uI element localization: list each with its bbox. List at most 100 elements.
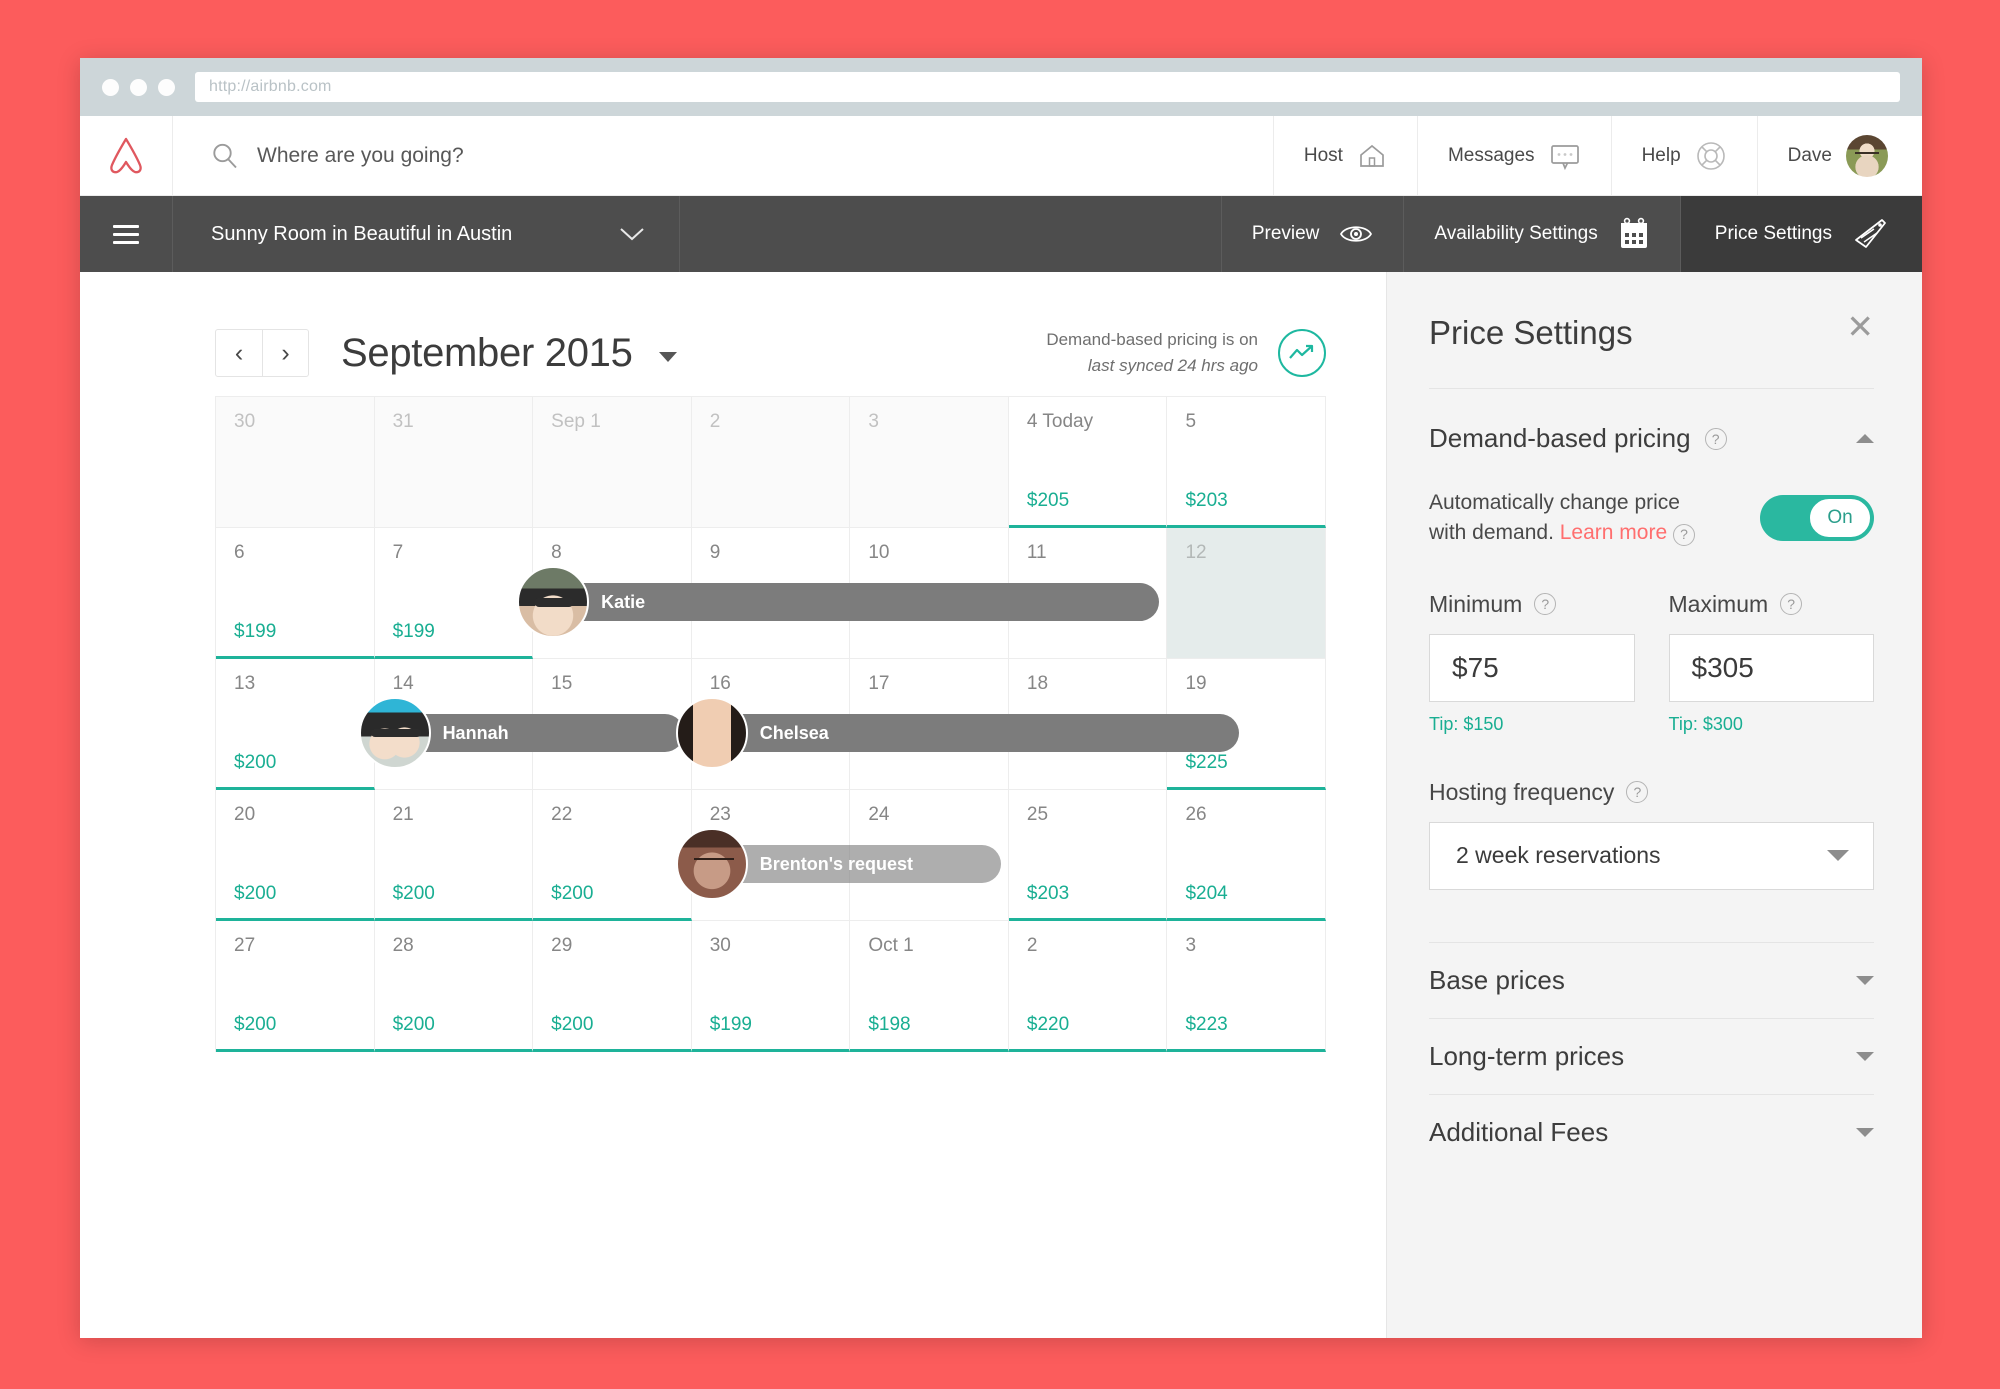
day-number: 26 [1185, 804, 1207, 825]
nav-item-host[interactable]: Host [1274, 116, 1418, 195]
search-bar[interactable]: Where are you going? [173, 116, 1274, 195]
calendar-day-cell[interactable]: 5 $203 [1167, 397, 1327, 528]
reservation-bar[interactable]: Chelsea [675, 697, 1239, 769]
collapsible-section-long-term-prices[interactable]: Long-term prices [1429, 1017, 1874, 1094]
url-input[interactable]: http://airbnb.com [195, 72, 1900, 102]
calendar-day-cell[interactable]: 6 $199 [216, 528, 375, 659]
day-price[interactable]: $200 [234, 1014, 276, 1036]
prev-month-button[interactable]: ‹ [216, 330, 262, 376]
day-price[interactable]: $200 [393, 1014, 435, 1036]
calendar-day-cell[interactable]: 27 $200 [216, 921, 375, 1052]
nav-item-help[interactable]: Help [1612, 116, 1758, 195]
calendar-day-cell[interactable]: 26 $204 [1167, 790, 1327, 921]
collapsible-section-additional-fees[interactable]: Additional Fees [1429, 1093, 1874, 1170]
calendar-day-cell[interactable]: 25 $203 [1008, 790, 1168, 921]
calendar-day-cell[interactable]: 30 $199 [691, 921, 851, 1052]
day-number: 31 [392, 411, 414, 432]
hosting-frequency-select[interactable]: 2 week reservations [1429, 821, 1874, 890]
maximum-price-input[interactable]: $305 [1668, 633, 1874, 702]
nav-item-user[interactable]: Dave [1758, 116, 1922, 195]
menu-button[interactable] [80, 196, 173, 272]
caret-down-icon[interactable] [1856, 1127, 1874, 1137]
calendar-day-cell[interactable]: 3 $223 [1167, 921, 1327, 1052]
calendar-day-cell[interactable]: 2 $220 [1008, 921, 1168, 1052]
listing-selector[interactable]: Sunny Room in Beautiful in Austin [173, 196, 680, 272]
question-mark-icon[interactable]: ? [1672, 523, 1695, 546]
caret-up-icon[interactable] [1856, 434, 1874, 443]
subnav-item-preview[interactable]: Preview [1220, 196, 1404, 272]
calendar-day-cell[interactable]: 4 Today $205 [1008, 397, 1168, 528]
learn-more-link[interactable]: Learn more [1560, 521, 1667, 544]
demand-pricing-title: Demand-based pricing [1429, 423, 1691, 453]
calendar-day-cell[interactable]: 20 $200 [216, 790, 375, 921]
day-price[interactable]: $199 [393, 621, 435, 643]
calendar-day-cell[interactable]: 7 $199 [374, 528, 534, 659]
airbnb-logo[interactable] [80, 116, 173, 195]
calendar-day-cell[interactable]: 28 $200 [374, 921, 534, 1052]
life-ring-icon [1696, 141, 1725, 170]
day-price[interactable]: $200 [234, 752, 276, 774]
day-price[interactable]: $225 [1185, 752, 1227, 774]
nav-item-messages[interactable]: Messages [1418, 116, 1612, 195]
question-mark-icon[interactable]: ? [1704, 427, 1727, 450]
avatar [1846, 134, 1888, 177]
listing-title: Sunny Room in Beautiful in Austin [211, 222, 513, 245]
next-month-button[interactable]: › [262, 330, 308, 376]
question-mark-icon[interactable]: ? [1534, 593, 1557, 616]
nav-help-label: Help [1641, 144, 1681, 166]
month-picker-caret-icon[interactable] [658, 351, 677, 362]
calendar-day-cell[interactable]: 31 [374, 397, 534, 528]
reservation-bar[interactable]: Katie [517, 566, 1160, 638]
day-price[interactable]: $203 [1185, 490, 1227, 512]
auto-pricing-toggle[interactable]: On [1760, 495, 1874, 542]
calendar-day-cell[interactable]: 21 $200 [374, 790, 534, 921]
close-dot[interactable] [102, 78, 119, 96]
maximum-label: Maximum [1668, 590, 1769, 617]
calendar-day-cell[interactable]: 29 $200 [533, 921, 692, 1052]
day-price[interactable]: $204 [1185, 883, 1227, 905]
calendar-day-cell[interactable]: 22 $200 [533, 790, 692, 921]
day-price[interactable]: $198 [868, 1014, 910, 1036]
price-tag-icon [1855, 219, 1886, 248]
hosting-frequency-label: Hosting frequency [1429, 778, 1615, 805]
calendar-day-cell[interactable]: 3 [850, 397, 1009, 528]
calendar-day-cell[interactable]: Oct 1 $198 [850, 921, 1009, 1052]
day-price[interactable]: $199 [710, 1014, 752, 1036]
maximize-dot[interactable] [158, 78, 175, 96]
subnav-item-price-settings[interactable]: Price Settings [1679, 196, 1922, 272]
demand-pricing-section-header[interactable]: Demand-based pricing ? [1429, 389, 1874, 454]
caret-down-icon[interactable] [1856, 975, 1874, 985]
day-price[interactable]: $200 [234, 883, 276, 905]
reservation-bar[interactable]: Brenton's request [675, 828, 1001, 900]
reservation-bar[interactable]: Hannah [358, 697, 684, 769]
demand-status[interactable]: Demand-based pricing is on last synced 2… [1046, 327, 1326, 380]
caret-down-icon[interactable] [1856, 1051, 1874, 1061]
minimize-dot[interactable] [130, 78, 147, 96]
day-price[interactable]: $200 [551, 883, 593, 905]
subnav-item-availability[interactable]: Availability Settings [1403, 196, 1679, 272]
nav-user-label: Dave [1787, 144, 1832, 166]
calendar-day-cell[interactable]: 2 [691, 397, 851, 528]
minimum-price-input[interactable]: $75 [1429, 633, 1635, 702]
day-price[interactable]: $203 [1027, 883, 1069, 905]
calendar-day-cell[interactable]: Sep 1 [533, 397, 692, 528]
main-content: ‹ › September 2015 Demand-based pricing … [80, 272, 1922, 1338]
question-mark-icon[interactable]: ? [1780, 593, 1803, 616]
day-price[interactable]: $200 [393, 883, 435, 905]
close-icon[interactable]: ✕ [1846, 310, 1874, 343]
day-price[interactable]: $199 [234, 621, 276, 643]
day-number: 28 [392, 935, 414, 956]
calendar-day-cell[interactable]: 13 $200 [216, 659, 375, 790]
day-price[interactable]: $200 [551, 1014, 593, 1036]
calendar-day-cell[interactable]: 12 [1167, 528, 1327, 659]
search-icon [213, 143, 237, 168]
day-number: 15 [551, 673, 573, 694]
calendar-day-cell[interactable]: 30 [216, 397, 375, 528]
day-price[interactable]: $220 [1027, 1014, 1069, 1036]
collapsible-section-base-prices[interactable]: Base prices [1429, 941, 1874, 1018]
question-mark-icon[interactable]: ? [1626, 781, 1649, 804]
top-navigation: Where are you going? Host Messages Help [80, 116, 1922, 196]
section-label: Additional Fees [1429, 1116, 1609, 1147]
day-price[interactable]: $223 [1185, 1014, 1227, 1036]
day-price[interactable]: $205 [1027, 490, 1069, 512]
